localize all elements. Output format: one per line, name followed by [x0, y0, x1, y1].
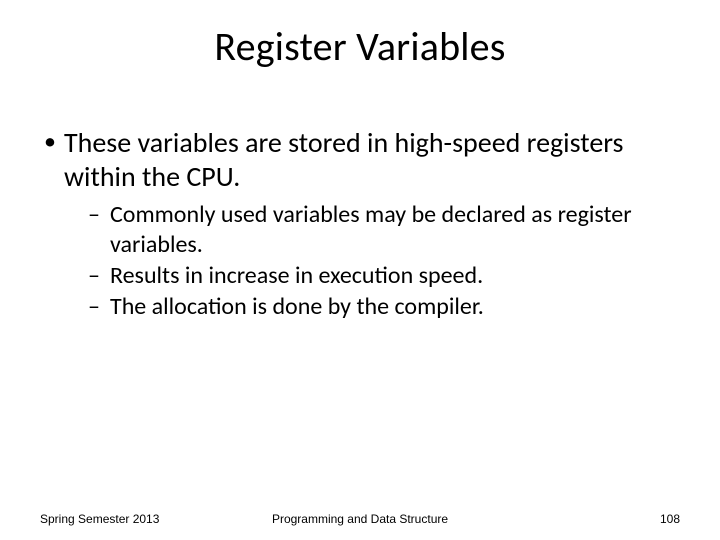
sub-bullet-item: Commonly used variables may be declared … — [88, 200, 680, 259]
sub-bullet-list: Commonly used variables may be declared … — [64, 200, 680, 321]
slide-title: Register Variables — [0, 22, 720, 71]
bullet-list: These variables are stored in high-speed… — [40, 126, 680, 321]
footer-center: Programming and Data Structure — [0, 512, 720, 526]
sub-bullet-text: Commonly used variables may be declared … — [110, 200, 632, 258]
sub-bullet-item: Results in increase in execution speed. — [88, 261, 680, 290]
sub-bullet-text: Results in increase in execution speed. — [110, 261, 483, 290]
sub-bullet-text: The allocation is done by the compiler. — [110, 292, 484, 321]
slide-body: These variables are stored in high-speed… — [40, 126, 680, 331]
bullet-item: These variables are stored in high-speed… — [40, 126, 680, 321]
slide: Register Variables These variables are s… — [0, 0, 720, 540]
footer-page-number: 108 — [660, 512, 680, 526]
sub-bullet-item: The allocation is done by the compiler. — [88, 292, 680, 321]
bullet-text: These variables are stored in high-speed… — [64, 125, 623, 194]
